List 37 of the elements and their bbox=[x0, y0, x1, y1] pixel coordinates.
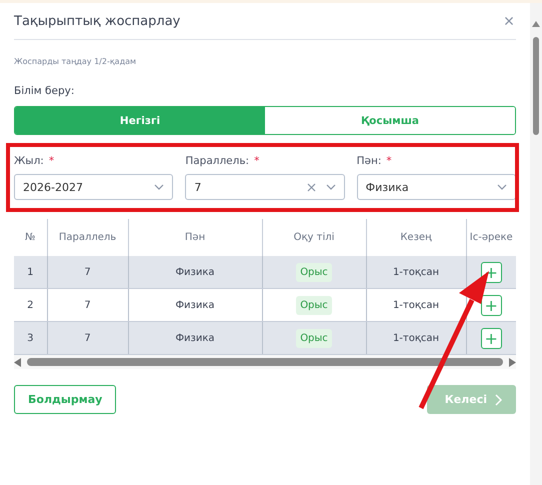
field-label: Жыл: bbox=[14, 155, 44, 167]
required-mark: * bbox=[386, 155, 392, 167]
table-cell: 1-тоқсан bbox=[366, 322, 466, 354]
add-button[interactable]: + bbox=[480, 328, 502, 348]
chevron-down-icon[interactable] bbox=[326, 184, 336, 190]
required-mark: * bbox=[254, 155, 260, 167]
chevron-right-icon bbox=[495, 394, 502, 406]
required-mark: * bbox=[48, 155, 54, 167]
column-header: Іс-әреке bbox=[466, 219, 516, 256]
select-field[interactable]: Физика bbox=[356, 174, 516, 200]
dialog-title: Тақырыптық жоспарлау bbox=[14, 14, 180, 28]
step-indicator: Жоспарды таңдау 1/2-қадам bbox=[14, 57, 138, 66]
table-cell: 3 bbox=[14, 322, 47, 354]
field-label: Параллель: bbox=[185, 155, 250, 167]
language-tag: Орыс bbox=[296, 262, 332, 282]
segment-tab[interactable]: Негізгі bbox=[15, 107, 265, 134]
select-field[interactable]: 7 bbox=[185, 174, 345, 200]
select-field[interactable]: 2026-2027 bbox=[14, 174, 174, 200]
table-cell: Физика bbox=[128, 322, 262, 354]
clear-icon[interactable] bbox=[306, 182, 316, 192]
chevron-down-icon[interactable] bbox=[154, 184, 164, 190]
close-button[interactable]: × bbox=[502, 14, 516, 28]
chevron-down-icon[interactable] bbox=[496, 184, 507, 190]
field-label: Білім беру: bbox=[14, 85, 76, 97]
field-label: Пән: bbox=[356, 155, 382, 167]
table-cell: 1 bbox=[14, 256, 47, 288]
scrollbar-thumb[interactable] bbox=[27, 358, 503, 366]
language-tag: Орыс bbox=[296, 296, 332, 314]
scroll-left-icon[interactable] bbox=[14, 358, 21, 366]
table-cell: 7 bbox=[47, 256, 128, 288]
cancel-button[interactable]: Болдырмау bbox=[14, 385, 116, 414]
language-tag: Орыс bbox=[296, 328, 332, 348]
table-cell: 1-тоқсан bbox=[366, 256, 466, 288]
scroll-right-icon[interactable] bbox=[509, 358, 516, 366]
table-cell: Физика bbox=[128, 256, 262, 288]
add-button[interactable]: + bbox=[480, 294, 502, 316]
table-cell: 7 bbox=[47, 322, 128, 354]
